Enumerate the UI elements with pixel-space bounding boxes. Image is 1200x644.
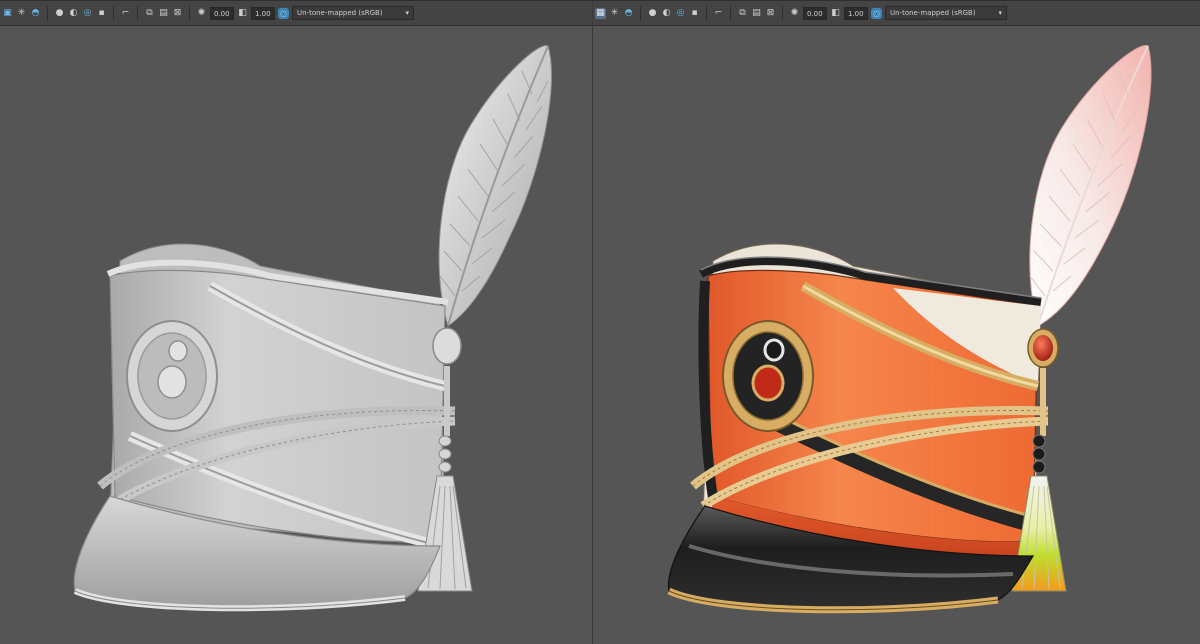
- color-management-icon[interactable]: ◌: [278, 7, 289, 19]
- hat-badge: [126, 320, 218, 432]
- gear-icon[interactable]: ✺: [196, 8, 207, 19]
- color-management-value: Un-tone-mapped (sRGB): [890, 9, 976, 17]
- gate-icon[interactable]: ⊠: [765, 8, 776, 19]
- dropdown-arrow-icon: ▾: [998, 9, 1002, 17]
- isolate-icon[interactable]: ◎: [82, 8, 93, 19]
- hat-badge: [722, 320, 814, 432]
- light-icon[interactable]: ✳: [609, 8, 620, 19]
- color-management-value: Un-tone-mapped (sRGB): [297, 9, 383, 17]
- toolbar-divider: [730, 6, 731, 20]
- left-viewport-pane: ▣ ✳ ◓ ● ◐ ◎ ▪ ⌐ ⧉ ▤ ⊠ ✺ 0.00 ◧ 1.00 ◌ Un…: [0, 0, 592, 644]
- toolbar-divider: [113, 6, 114, 20]
- camera-icon[interactable]: ▣: [2, 8, 13, 19]
- shading-icon[interactable]: ◓: [623, 8, 634, 19]
- feather-plume: [438, 45, 553, 327]
- resolution-icon[interactable]: ▤: [158, 8, 169, 19]
- toolbar-divider: [706, 6, 707, 20]
- right-viewport-pane: ▦ ✳ ◓ ● ◐ ◎ ▪ ⌐ ⧉ ▤ ⊠ ✺ 0.00 ◧ 1.00 ◌ Un…: [592, 0, 1200, 644]
- dropdown-arrow-icon: ▾: [405, 9, 409, 17]
- shading-icon[interactable]: ◓: [30, 8, 41, 19]
- right-viewport-toolbar: ▦ ✳ ◓ ● ◐ ◎ ▪ ⌐ ⧉ ▤ ⊠ ✺ 0.00 ◧ 1.00 ◌ Un…: [593, 0, 1200, 26]
- gear-icon[interactable]: ✺: [789, 8, 800, 19]
- maya-app-window: ▣ ✳ ◓ ● ◐ ◎ ▪ ⌐ ⧉ ▤ ⊠ ✺ 0.00 ◧ 1.00 ◌ Un…: [0, 0, 1200, 644]
- exposure-field[interactable]: 0.00: [210, 6, 234, 20]
- right-3d-viewport[interactable]: [593, 26, 1200, 644]
- gate-icon[interactable]: ⊠: [172, 8, 183, 19]
- snapshot-icon[interactable]: ⌐: [713, 8, 724, 19]
- color-management-select[interactable]: Un-tone-mapped (sRGB) ▾: [885, 6, 1007, 20]
- gamma-field[interactable]: 1.00: [844, 6, 868, 20]
- light-icon[interactable]: ✳: [16, 8, 27, 19]
- gamma-icon[interactable]: ◧: [830, 8, 841, 19]
- wireframe-icon[interactable]: ▦: [595, 7, 606, 19]
- toolbar-divider: [640, 6, 641, 20]
- gamma-icon[interactable]: ◧: [237, 8, 248, 19]
- color-management-select[interactable]: Un-tone-mapped (sRGB) ▾: [292, 6, 414, 20]
- gray-hat-render: [73, 45, 553, 612]
- frame-icon[interactable]: ▪: [689, 8, 700, 19]
- toolbar-divider: [47, 6, 48, 20]
- color-management-icon[interactable]: ◌: [871, 7, 882, 19]
- material-icon[interactable]: ◐: [68, 8, 79, 19]
- snapshot-icon[interactable]: ⌐: [120, 8, 131, 19]
- isolate-icon[interactable]: ◎: [675, 8, 686, 19]
- toolbar-divider: [189, 6, 190, 20]
- material-icon[interactable]: ◐: [661, 8, 672, 19]
- grid-icon[interactable]: ⧉: [144, 8, 155, 19]
- left-viewport-toolbar: ▣ ✳ ◓ ● ◐ ◎ ▪ ⌐ ⧉ ▤ ⊠ ✺ 0.00 ◧ 1.00 ◌ Un…: [0, 0, 592, 26]
- toolbar-divider: [137, 6, 138, 20]
- exposure-field[interactable]: 0.00: [803, 6, 827, 20]
- toolbar-divider: [782, 6, 783, 20]
- feather-plume: [1029, 45, 1152, 327]
- frame-icon[interactable]: ▪: [96, 8, 107, 19]
- resolution-icon[interactable]: ▤: [751, 8, 762, 19]
- textured-hat-render: [667, 45, 1152, 614]
- gamma-field[interactable]: 1.00: [251, 6, 275, 20]
- left-3d-viewport[interactable]: [0, 26, 592, 644]
- grid-icon[interactable]: ⧉: [737, 8, 748, 19]
- sphere-icon[interactable]: ●: [647, 8, 658, 19]
- sphere-icon[interactable]: ●: [54, 8, 65, 19]
